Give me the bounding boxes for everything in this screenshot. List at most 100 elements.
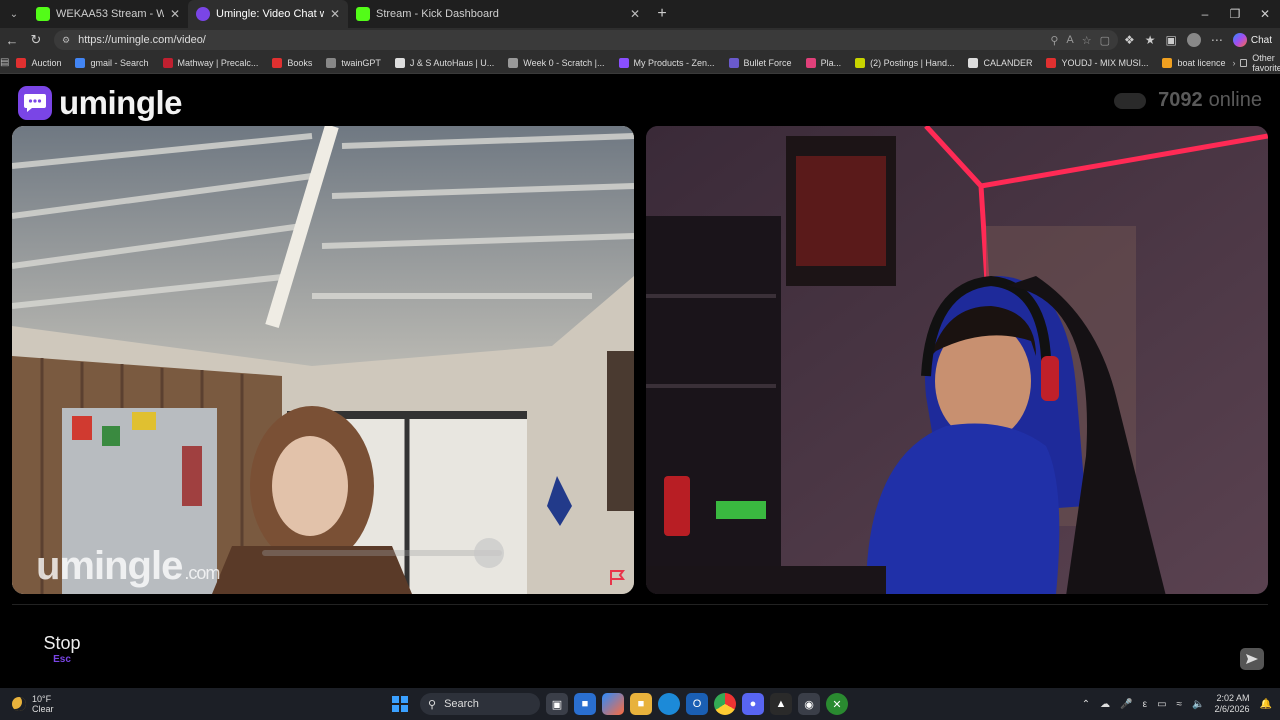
tab-list-menu-icon[interactable]: ⌄ bbox=[0, 0, 28, 28]
new-tab-button[interactable]: + bbox=[648, 0, 676, 28]
wifi-icon[interactable]: ≈ bbox=[1177, 699, 1183, 710]
bookmark-item[interactable]: Auction bbox=[9, 57, 68, 68]
volume-slider-knob[interactable] bbox=[474, 538, 504, 568]
bookmark-item[interactable]: twainGPT bbox=[319, 57, 388, 68]
tab-close-icon[interactable]: ✕ bbox=[630, 7, 640, 21]
chrome-icon[interactable] bbox=[714, 693, 736, 715]
bookmark-item[interactable]: Books bbox=[265, 57, 319, 68]
chat-message-input[interactable] bbox=[118, 618, 1218, 680]
bookmark-item[interactable]: Bullet Force bbox=[722, 57, 799, 68]
taskbar-apps: ⚲ Search ▣ ■ ■ O ● ▲ ◉ ✕ bbox=[392, 688, 848, 720]
bookmark-favicon-icon bbox=[805, 57, 816, 68]
task-view-icon[interactable]: ▣ bbox=[546, 693, 568, 715]
discord-icon[interactable]: ● bbox=[742, 693, 764, 715]
bookmark-label: (2) Postings | Hand... bbox=[870, 57, 955, 68]
browser-toolbar: ❖ ★ ▣ ⋯ Chat bbox=[1124, 33, 1280, 47]
umingle-page: umingle 7092 online umingle .com Stop Es… bbox=[0, 75, 1280, 687]
other-favorites-label: Other favorites bbox=[1252, 52, 1280, 73]
tab-wekaa53-stream[interactable]: WEKAA53 Stream - Watch Live on ✕ bbox=[28, 0, 188, 28]
edge-browser-icon[interactable] bbox=[658, 693, 680, 715]
bookmark-item[interactable]: YOUDJ - MIX MUSI... bbox=[1039, 57, 1155, 68]
stranger-video: umingle .com bbox=[12, 126, 634, 594]
tab-close-icon[interactable]: ✕ bbox=[170, 7, 180, 21]
taskbar-search[interactable]: ⚲ Search bbox=[420, 693, 540, 715]
copilot-app-icon[interactable] bbox=[602, 693, 624, 715]
umingle-logo[interactable]: umingle bbox=[18, 84, 183, 122]
theme-toggle[interactable] bbox=[1114, 92, 1147, 109]
bookmark-label: Bullet Force bbox=[743, 57, 792, 68]
tab-umingle[interactable]: Umingle: Video Chat with Str ✕ bbox=[188, 0, 348, 28]
weather-widget[interactable]: 10°F Clear bbox=[0, 694, 120, 714]
sidebar-toggle-icon[interactable]: ▤ bbox=[0, 57, 9, 68]
file-explorer-icon[interactable]: ■ bbox=[630, 693, 652, 715]
bookmark-item[interactable]: CALANDER bbox=[961, 57, 1039, 68]
bookmark-item[interactable]: gmail - Search bbox=[68, 57, 155, 68]
more-menu-icon[interactable]: ⋯ bbox=[1211, 33, 1223, 47]
system-clock[interactable]: 2:02 AM 2/6/2026 bbox=[1215, 693, 1250, 715]
other-favorites-folder[interactable]: Other favorites bbox=[1236, 53, 1280, 73]
stop-label: Stop bbox=[43, 633, 81, 653]
minimize-icon[interactable]: – bbox=[1190, 0, 1220, 28]
bookmark-label: twainGPT bbox=[341, 57, 381, 68]
tab-kick-dashboard[interactable]: Stream - Kick Dashboard ✕ bbox=[348, 0, 648, 28]
tray-overflow-icon[interactable]: ⌃ bbox=[1082, 699, 1090, 710]
bookmark-item[interactable]: My Products - Zen... bbox=[612, 57, 722, 68]
extensions-icon[interactable]: ❖ bbox=[1124, 33, 1135, 47]
start-windows-icon[interactable] bbox=[392, 696, 408, 712]
bookmark-favicon-icon bbox=[618, 57, 629, 68]
report-flag-icon[interactable] bbox=[608, 568, 626, 586]
taskbar-search-label: Search bbox=[444, 698, 479, 710]
zoom-icon[interactable]: ⚲ bbox=[1050, 34, 1058, 47]
bookmark-item[interactable]: (2) Postings | Hand... bbox=[848, 57, 961, 68]
recording-app-icon[interactable]: ◉ bbox=[798, 693, 820, 715]
tab-title: WEKAA53 Stream - Watch Live on bbox=[56, 8, 164, 20]
collections-icon[interactable]: ▣ bbox=[1166, 33, 1177, 47]
epic-games-icon[interactable]: ▲ bbox=[770, 693, 792, 715]
chat-bubble-logo-icon bbox=[18, 86, 52, 120]
stranger-video-frame bbox=[12, 126, 634, 594]
onedrive-icon[interactable]: ☁ bbox=[1100, 699, 1110, 710]
store-icon[interactable]: ■ bbox=[574, 693, 596, 715]
stop-button[interactable]: Stop Esc bbox=[12, 618, 112, 680]
bookmark-label: boat licence bbox=[1177, 57, 1226, 68]
xbox-icon[interactable]: ✕ bbox=[826, 693, 848, 715]
bookmark-favicon-icon bbox=[272, 57, 283, 68]
copilot-chat-button[interactable]: Chat bbox=[1232, 33, 1272, 47]
language-icon[interactable]: ε bbox=[1143, 699, 1147, 710]
favorite-star-icon[interactable]: ☆ bbox=[1082, 34, 1092, 47]
bookmark-favicon-icon bbox=[162, 57, 173, 68]
bookmark-favicon-icon bbox=[1046, 57, 1057, 68]
bookmark-item[interactable]: Pla... bbox=[799, 57, 849, 68]
close-window-icon[interactable]: ✕ bbox=[1250, 0, 1280, 28]
tab-title: Umingle: Video Chat with Str bbox=[216, 8, 324, 20]
back-icon[interactable]: ← bbox=[0, 28, 24, 52]
restore-icon[interactable]: ❐ bbox=[1220, 0, 1250, 28]
bookmark-label: CALANDER bbox=[983, 57, 1033, 68]
tab-close-icon[interactable]: ✕ bbox=[330, 7, 340, 21]
bookmark-item[interactable]: J & S AutoHaus | U... bbox=[388, 57, 501, 68]
read-aloud-icon[interactable]: A bbox=[1066, 34, 1073, 47]
bookmark-label: Mathway | Precalc... bbox=[177, 57, 259, 68]
self-video-frame bbox=[646, 126, 1268, 594]
volume-icon[interactable]: 🔈 bbox=[1192, 699, 1204, 710]
weather-temp: 10°F bbox=[32, 694, 52, 704]
notification-bell-icon[interactable]: 🔔 bbox=[1260, 699, 1272, 710]
tab-title: Stream - Kick Dashboard bbox=[376, 8, 499, 20]
controls-divider bbox=[12, 604, 1268, 605]
umingle-favicon-icon bbox=[196, 7, 210, 21]
url-field[interactable]: ⚙ https://umingle.com/video/ ⚲ A ☆ ▢ bbox=[54, 30, 1118, 50]
bookmark-item[interactable]: Mathway | Precalc... bbox=[156, 57, 266, 68]
site-info-icon[interactable]: ⚙ bbox=[62, 35, 70, 46]
network-icon[interactable]: ▭ bbox=[1157, 699, 1166, 710]
bookmark-item[interactable]: boat licence bbox=[1155, 57, 1232, 68]
refresh-icon[interactable]: ↻ bbox=[24, 28, 48, 52]
bookmark-item[interactable]: Week 0 - Scratch |... bbox=[501, 57, 611, 68]
send-button[interactable] bbox=[1240, 648, 1264, 670]
profile-avatar[interactable] bbox=[1186, 33, 1201, 47]
favorites-icon[interactable]: ★ bbox=[1145, 33, 1156, 47]
microphone-icon[interactable]: 🎤 bbox=[1120, 699, 1132, 710]
outlook-icon[interactable]: O bbox=[686, 693, 708, 715]
volume-slider-track[interactable] bbox=[262, 550, 502, 556]
browser-tab-bar: ⌄ WEKAA53 Stream - Watch Live on ✕ Uming… bbox=[0, 0, 1280, 28]
split-screen-icon[interactable]: ▢ bbox=[1100, 34, 1110, 47]
